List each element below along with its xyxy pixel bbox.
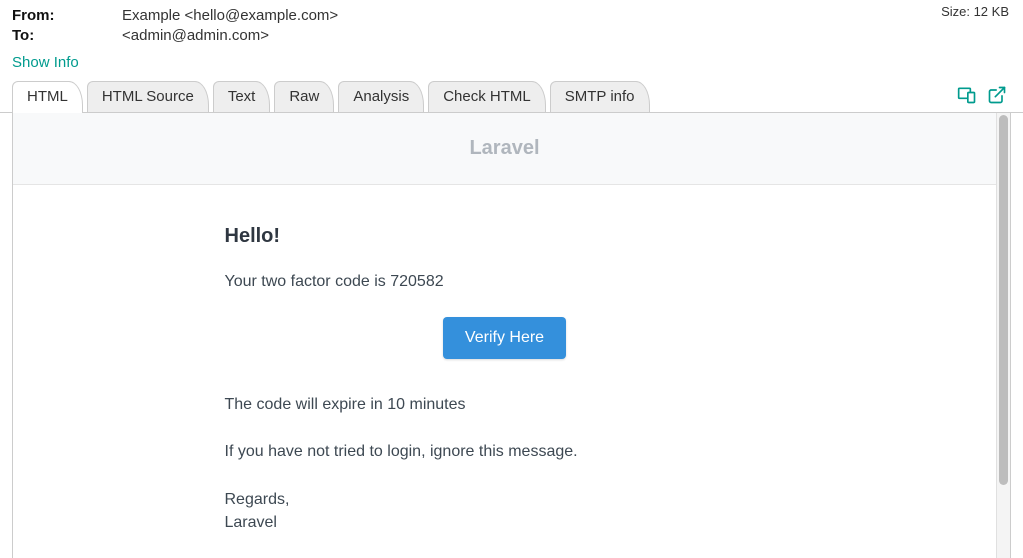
email-sender: Laravel (225, 511, 785, 534)
brand-name: Laravel (469, 137, 539, 159)
to-value: <admin@admin.com> (122, 26, 269, 46)
to-label: To: (12, 26, 122, 46)
tab-analysis[interactable]: Analysis (338, 81, 424, 112)
email-line-ignore: If you have not tried to login, ignore t… (225, 440, 785, 463)
tab-bar: HTML HTML Source Text Raw Analysis Check… (0, 81, 1023, 113)
devices-icon[interactable] (957, 85, 977, 105)
email-line-code: Your two factor code is 720582 (225, 270, 785, 293)
size-label: Size: 12 KB (941, 4, 1009, 19)
tab-text[interactable]: Text (213, 81, 271, 112)
email-brand-header: Laravel (13, 113, 996, 185)
tab-smtp-info[interactable]: SMTP info (550, 81, 650, 112)
tab-html[interactable]: HTML (12, 81, 83, 113)
tab-html-source[interactable]: HTML Source (87, 81, 209, 112)
tab-raw[interactable]: Raw (274, 81, 334, 112)
preview-pane: Laravel Hello! Your two factor code is 7… (12, 113, 1011, 558)
tab-check-html[interactable]: Check HTML (428, 81, 546, 112)
email-line-expire: The code will expire in 10 minutes (225, 393, 785, 416)
verify-button[interactable]: Verify Here (443, 317, 566, 359)
email-regards: Regards, (225, 488, 785, 511)
from-label: From: (12, 6, 122, 26)
show-info-link[interactable]: Show Info (12, 54, 79, 71)
from-value: Example <hello@example.com> (122, 6, 338, 26)
scrollbar-thumb[interactable] (999, 115, 1008, 485)
open-external-icon[interactable] (987, 85, 1007, 105)
scrollbar[interactable] (996, 113, 1010, 558)
email-greeting: Hello! (225, 225, 785, 248)
